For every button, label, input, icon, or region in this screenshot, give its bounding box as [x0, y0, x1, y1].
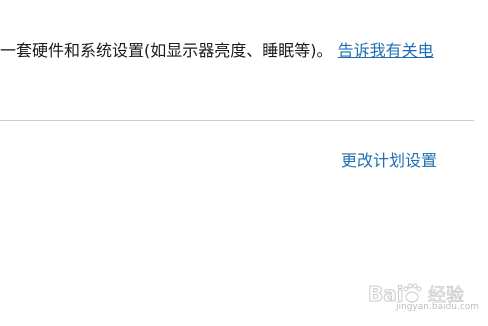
- change-plan-settings-link[interactable]: 更改计划设置: [341, 150, 437, 172]
- power-plan-page: 一套硬件和系统设置(如显示器亮度、睡眠等)。 告诉我有关电 更改计划设置 Bai…: [0, 0, 488, 326]
- watermark-url: jingyan.baidu.com: [396, 302, 480, 312]
- plan-description-text: 一套硬件和系统设置(如显示器亮度、睡眠等)。: [0, 41, 333, 60]
- section-divider: [0, 120, 474, 121]
- plan-description: 一套硬件和系统设置(如显示器亮度、睡眠等)。 告诉我有关电: [0, 40, 488, 62]
- tell-me-more-link[interactable]: 告诉我有关电: [338, 41, 434, 60]
